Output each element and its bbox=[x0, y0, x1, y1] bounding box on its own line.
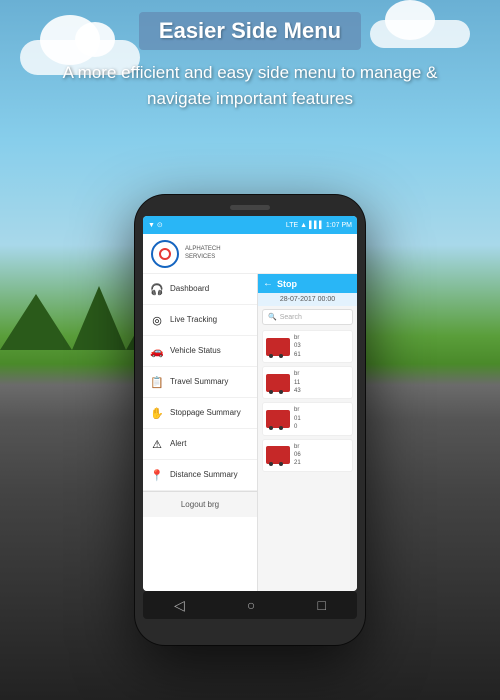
right-topbar: ← Stop bbox=[258, 274, 357, 293]
clock: 1:07 PM bbox=[326, 222, 352, 229]
sidebar-item-alert[interactable]: ⚠ Alert bbox=[143, 429, 257, 460]
back-arrow-icon[interactable]: ← bbox=[263, 278, 273, 289]
right-panel-title: Stop bbox=[277, 279, 297, 289]
page-subtitle: A more efficient and easy side menu to m… bbox=[20, 60, 480, 111]
vehicle-status-label: Vehicle Status bbox=[170, 346, 221, 356]
app-sub: SERVICES bbox=[185, 254, 221, 261]
phone-speaker bbox=[230, 205, 270, 210]
alert-icon: ⚠ bbox=[149, 436, 165, 452]
list-item[interactable]: br010 bbox=[262, 402, 353, 435]
phone-screen: ▼ ⊙ LTE ▲ ▌▌▌ 1:07 PM ALPHATECH SERVICES bbox=[143, 216, 357, 591]
live-tracking-label: Live Tracking bbox=[170, 315, 217, 325]
dashboard-icon: 🎧 bbox=[149, 281, 165, 297]
phone-body: ▼ ⊙ LTE ▲ ▌▌▌ 1:07 PM ALPHATECH SERVICES bbox=[135, 195, 365, 645]
network-indicator: LTE ▲ bbox=[286, 222, 307, 229]
sidebar-item-travel-summary[interactable]: 📋 Travel Summary bbox=[143, 367, 257, 398]
right-panel: ← Stop 28-07-2017 00:00 🔍 Search br0361 bbox=[258, 274, 357, 591]
distance-summary-label: Distance Summary bbox=[170, 470, 238, 480]
bus-icon-1 bbox=[266, 338, 290, 356]
phone-mockup: ▼ ⊙ LTE ▲ ▌▌▌ 1:07 PM ALPHATECH SERVICES bbox=[135, 195, 365, 645]
status-icons: ▼ ⊙ bbox=[148, 221, 163, 229]
list-item[interactable]: br1143 bbox=[262, 366, 353, 399]
bus-icon-3 bbox=[266, 410, 290, 428]
travel-summary-label: Travel Summary bbox=[170, 377, 228, 387]
stoppage-summary-icon: ✋ bbox=[149, 405, 165, 421]
sidebar-item-dashboard[interactable]: 🎧 Dashboard bbox=[143, 274, 257, 305]
app-topbar: ALPHATECH SERVICES bbox=[143, 234, 357, 274]
bus-text-2: br1143 bbox=[294, 370, 301, 395]
bus-text-4: br0621 bbox=[294, 443, 301, 468]
bus-icon-4 bbox=[266, 446, 290, 464]
status-bar: ▼ ⊙ LTE ▲ ▌▌▌ 1:07 PM bbox=[143, 216, 357, 234]
page-title: Easier Side Menu bbox=[159, 18, 341, 44]
status-left: ▼ ⊙ bbox=[148, 221, 163, 229]
app-logo-text: ALPHATECH SERVICES bbox=[185, 246, 221, 260]
dashboard-label: Dashboard bbox=[170, 284, 209, 294]
logout-button[interactable]: Logout brg bbox=[143, 491, 257, 517]
bus-list: br0361 br1143 br010 br0621 bbox=[258, 328, 357, 477]
distance-summary-icon: 📍 bbox=[149, 467, 165, 483]
app-logo-circle bbox=[151, 240, 179, 268]
screen-body: 🎧 Dashboard ◎ Live Tracking 🚗 Vehicle St… bbox=[143, 274, 357, 591]
phone-bottom-area: ◁ ○ □ bbox=[143, 591, 357, 619]
live-tracking-icon: ◎ bbox=[149, 312, 165, 328]
status-right: LTE ▲ ▌▌▌ 1:07 PM bbox=[286, 222, 352, 229]
stoppage-summary-label: Stoppage Summary bbox=[170, 408, 241, 418]
sidebar-item-stoppage-summary[interactable]: ✋ Stoppage Summary bbox=[143, 398, 257, 429]
bus-text-1: br0361 bbox=[294, 334, 301, 359]
bus-icon-2 bbox=[266, 374, 290, 392]
travel-summary-icon: 📋 bbox=[149, 374, 165, 390]
search-bar[interactable]: 🔍 Search bbox=[262, 309, 353, 325]
bus-text-3: br010 bbox=[294, 406, 301, 431]
search-icon: 🔍 bbox=[268, 313, 277, 321]
sidebar-item-vehicle-status[interactable]: 🚗 Vehicle Status bbox=[143, 336, 257, 367]
list-item[interactable]: br0361 bbox=[262, 330, 353, 363]
date-bar: 28-07-2017 00:00 bbox=[258, 293, 357, 306]
bottom-nav: ◁ ○ □ bbox=[143, 591, 357, 619]
list-item[interactable]: br0621 bbox=[262, 439, 353, 472]
nav-home-button[interactable]: ○ bbox=[247, 597, 255, 613]
sidebar-item-distance-summary[interactable]: 📍 Distance Summary bbox=[143, 460, 257, 491]
sidebar-item-live-tracking[interactable]: ◎ Live Tracking bbox=[143, 305, 257, 336]
signal-bars: ▌▌▌ bbox=[309, 222, 324, 229]
app-name: ALPHATECH bbox=[185, 246, 221, 253]
nav-recents-button[interactable]: □ bbox=[317, 597, 325, 613]
alert-label: Alert bbox=[170, 439, 186, 449]
search-placeholder: Search bbox=[280, 314, 302, 321]
vehicle-status-icon: 🚗 bbox=[149, 343, 165, 359]
title-box: Easier Side Menu bbox=[139, 12, 361, 50]
logo-inner-ring bbox=[159, 248, 171, 260]
page-header: Easier Side Menu A more efficient and ea… bbox=[0, 0, 500, 123]
nav-back-button[interactable]: ◁ bbox=[174, 597, 185, 614]
sidebar-menu: 🎧 Dashboard ◎ Live Tracking 🚗 Vehicle St… bbox=[143, 274, 258, 591]
